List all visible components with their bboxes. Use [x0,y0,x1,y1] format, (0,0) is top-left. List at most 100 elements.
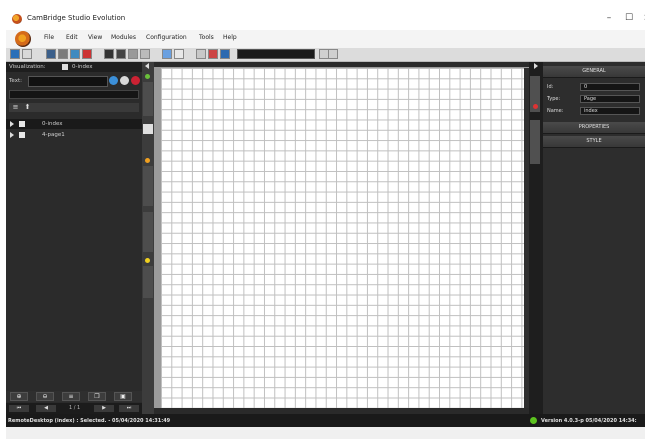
side-tab[interactable] [143,166,153,206]
app-window: CamBridge Studio Evolution – ☐ × File Ed… [0,0,645,439]
app-menu-logo-icon[interactable] [15,31,31,47]
filter-input[interactable] [9,90,139,99]
align-icon[interactable] [128,49,138,59]
right-tab-strip [529,62,543,414]
properties-section-header[interactable]: PROPERTIES [543,122,645,134]
tab-dot-icon [145,158,150,163]
menu-file[interactable]: File [44,34,54,41]
minimize-icon[interactable]: – [600,11,618,25]
title-bar: CamBridge Studio Evolution – ☐ × [6,8,645,31]
list-icon[interactable]: ≡ [12,104,19,111]
tree-checkbox[interactable] [19,121,25,127]
delete-icon[interactable] [82,49,92,59]
tree-tools: ≡ ⬆ [9,103,139,112]
design-canvas[interactable] [154,62,529,414]
font-icon[interactable] [120,76,129,85]
menu-configuration[interactable]: Configuration [146,34,187,41]
apply-text-icon[interactable] [109,76,118,85]
connection-status-icon [530,417,537,424]
visualization-bar: Visualization: 0-index [6,62,142,72]
menu-help[interactable]: Help [223,34,237,41]
version-info: Version 4.0.3-p 05/04/2020 14:34: [541,418,637,424]
expand-arrow-icon[interactable] [10,132,14,138]
app-logo-icon [12,14,22,24]
open-icon[interactable] [22,49,32,59]
maximize-icon[interactable]: ☐ [620,11,638,25]
menu-modules[interactable]: Modules [111,34,136,41]
menu-tools[interactable]: Tools [199,34,214,41]
image-icon[interactable] [196,49,206,59]
save-icon[interactable] [46,49,56,59]
id-label: Id: [547,84,554,90]
tree-item[interactable]: 4-page1 [6,130,142,140]
properties-icon[interactable]: ≡ [62,392,80,401]
window-title: CamBridge Studio Evolution [27,14,126,22]
name-field[interactable]: index [580,107,640,115]
tree-panel: Visualization: 0-index Text: ≡ ⬆ 0-index… [6,62,142,414]
layout-icon[interactable] [104,49,114,59]
menu-edit[interactable]: Edit [66,34,78,41]
canvas-grid[interactable] [161,68,526,408]
menu-view[interactable]: View [88,34,102,41]
zoom-out-icon[interactable] [174,49,184,59]
stop-icon[interactable] [208,49,218,59]
export-icon[interactable]: ▣ [114,392,132,401]
id-field[interactable]: 0 [580,83,640,91]
text-label: Text: [9,78,22,84]
new-document-icon[interactable] [10,49,20,59]
side-tab[interactable] [530,120,540,164]
collapse-right-icon[interactable] [534,63,538,69]
status-message: RemoteDesktop (index) : Selected. - 05/0… [8,418,171,424]
tab-dot-icon [145,74,150,79]
name-label: Name: [547,108,564,114]
paste-icon[interactable] [70,49,80,59]
add-page-icon[interactable]: ⊕ [10,392,28,401]
type-field[interactable]: Page [580,95,640,103]
tab-dot-icon [533,104,538,109]
clear-text-icon[interactable] [131,76,140,85]
chart-icon[interactable] [220,49,230,59]
status-bar: RemoteDesktop (index) : Selected. - 05/0… [6,414,645,427]
left-tab-strip [142,62,154,414]
side-tab[interactable] [143,266,153,298]
text-input[interactable] [28,76,108,87]
tree-item-label: 0-index [42,121,63,127]
tab-dot-icon [145,258,150,263]
prev-page-icon[interactable]: ◀ [36,405,56,412]
zoom-in-icon[interactable] [162,49,172,59]
menu-bar: File Edit View Modules Configuration Too… [6,30,645,48]
pager: ⏮ ◀ 1 / 1 ▶ ⏭ [6,403,142,414]
visualization-value: 0-index [72,64,93,70]
tree-item[interactable]: 0-index [6,119,142,129]
general-section-header[interactable]: GENERAL [543,66,645,78]
toolbar [6,48,645,62]
collapse-left-icon[interactable] [145,63,149,69]
properties-panel: GENERAL Id: 0 Type: Page Name: index PRO… [543,62,645,414]
visualization-checkbox[interactable] [62,64,68,70]
pin-icon[interactable]: ⬆ [24,104,31,111]
toolbar-combo[interactable] [237,49,315,59]
remove-page-icon[interactable]: ⊖ [36,392,54,401]
snap-icon[interactable] [140,49,150,59]
canvas-ruler [154,62,529,67]
close-icon[interactable]: × [638,11,645,25]
tree-actions: ⊕ ⊖ ≡ ❐ ▣ [6,391,142,402]
side-tab-active[interactable] [143,124,153,134]
copy-icon[interactable] [58,49,68,59]
last-page-icon[interactable]: ⏭ [119,405,139,412]
duplicate-icon[interactable]: ❐ [88,392,106,401]
grid-icon[interactable] [116,49,126,59]
style-section-header[interactable]: STYLE [543,136,645,148]
type-label: Type: [547,96,561,102]
side-tab[interactable] [143,212,153,252]
refresh-icon[interactable] [328,49,338,59]
expand-arrow-icon[interactable] [10,121,14,127]
next-page-icon[interactable]: ▶ [94,405,114,412]
tree-item-label: 4-page1 [42,132,65,138]
side-tab[interactable] [143,82,153,116]
page-indicator: 1 / 1 [69,405,81,411]
visualization-label: Visualization: [9,64,46,70]
window-bottom [6,427,645,439]
first-page-icon[interactable]: ⏮ [9,405,29,412]
tree-checkbox[interactable] [19,132,25,138]
